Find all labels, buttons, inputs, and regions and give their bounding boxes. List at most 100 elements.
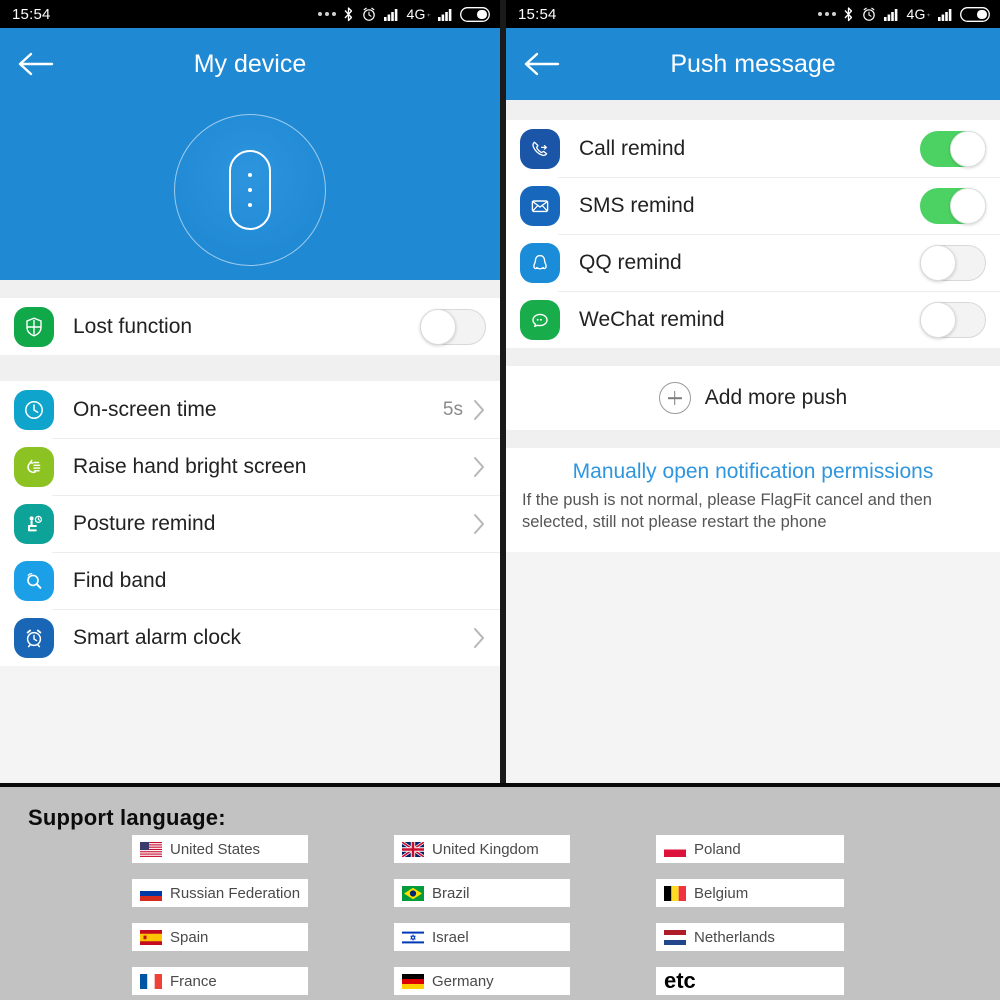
signal-icon bbox=[884, 8, 898, 21]
language-item-united-states[interactable]: United States bbox=[132, 835, 308, 863]
chevron-right-icon bbox=[474, 627, 484, 648]
row-control bbox=[920, 301, 986, 338]
signal-icon bbox=[384, 8, 398, 21]
language-item-germany[interactable]: Germany bbox=[394, 967, 570, 995]
app-bar: My device bbox=[0, 28, 500, 100]
row-control bbox=[473, 513, 486, 535]
flag-br-icon bbox=[402, 885, 424, 901]
row-sms-remind[interactable]: SMS remind bbox=[506, 177, 1000, 234]
language-name: Netherlands bbox=[694, 928, 775, 946]
language-item-poland[interactable]: Poland bbox=[656, 835, 844, 863]
clock-icon bbox=[14, 389, 54, 430]
row-control: 5s bbox=[443, 399, 486, 421]
row-raise-hand-bright-screen[interactable]: Raise hand bright screen bbox=[0, 438, 500, 495]
flag-pl-icon bbox=[664, 841, 686, 857]
row-control bbox=[473, 627, 486, 649]
row-control bbox=[920, 187, 986, 224]
flag-il-icon bbox=[402, 929, 424, 945]
row-lost-function[interactable]: Lost function bbox=[0, 298, 500, 355]
device-settings-group: On-screen time 5s Raise hand bright scre… bbox=[0, 381, 500, 666]
language-item-brazil[interactable]: Brazil bbox=[394, 879, 570, 907]
notification-permission-note: Manually open notification permissions I… bbox=[506, 448, 1000, 552]
bluetooth-icon bbox=[845, 6, 853, 21]
language-name: Belgium bbox=[694, 884, 749, 902]
row-qq-remind[interactable]: QQ remind bbox=[506, 234, 1000, 291]
shield-icon bbox=[14, 306, 54, 347]
row-call-remind[interactable]: Call remind bbox=[506, 120, 1000, 177]
qq-remind-toggle[interactable] bbox=[920, 244, 986, 281]
flag-de-icon bbox=[402, 973, 424, 989]
language-name: France bbox=[170, 972, 217, 990]
section-spacer bbox=[0, 355, 500, 381]
flag-es-icon bbox=[140, 929, 162, 945]
network-type-label: 4G ⁺ bbox=[906, 6, 931, 22]
network-type-label: 4G ⁺ bbox=[406, 6, 431, 22]
arrow-left-icon bbox=[18, 52, 54, 76]
wechat-icon bbox=[520, 299, 560, 340]
back-button[interactable] bbox=[520, 46, 564, 82]
language-grid: United States Russian Federation Spain F… bbox=[0, 835, 1000, 995]
language-name: Brazil bbox=[432, 884, 470, 902]
sms-remind-toggle[interactable] bbox=[920, 187, 986, 224]
flag-nl-icon bbox=[664, 929, 686, 945]
language-item-belgium[interactable]: Belgium bbox=[656, 879, 844, 907]
support-language-section: Support language: United States Russian … bbox=[0, 783, 1000, 1000]
battery-icon bbox=[960, 6, 990, 22]
signal-icon bbox=[938, 8, 952, 21]
status-bar-icons: 4G ⁺ bbox=[818, 6, 990, 23]
language-item-netherlands[interactable]: Netherlands bbox=[656, 923, 844, 951]
qq-penguin-icon bbox=[520, 242, 560, 283]
add-more-push-label: Add more push bbox=[704, 386, 848, 409]
status-bar: 15:54 4G ⁺ bbox=[0, 0, 500, 28]
row-control bbox=[473, 456, 486, 478]
language-item-israel[interactable]: Israel bbox=[394, 923, 570, 951]
row-find-band[interactable]: Find band bbox=[0, 552, 500, 609]
language-column-1: United States Russian Federation Spain F… bbox=[132, 835, 394, 995]
back-button[interactable] bbox=[14, 46, 58, 82]
language-item-spain[interactable]: Spain bbox=[132, 923, 308, 951]
battery-icon bbox=[460, 6, 490, 22]
language-name: Spain bbox=[170, 928, 209, 946]
call-remind-toggle[interactable] bbox=[920, 130, 986, 167]
envelope-icon bbox=[520, 185, 560, 226]
row-smart-alarm-clock[interactable]: Smart alarm clock bbox=[0, 609, 500, 666]
language-item-etc[interactable]: etc bbox=[656, 967, 844, 995]
status-bar-time: 15:54 bbox=[518, 5, 557, 23]
lost-function-toggle[interactable] bbox=[420, 308, 486, 345]
language-item-russian-federation[interactable]: Russian Federation bbox=[132, 879, 308, 907]
plus-circle-icon bbox=[658, 382, 691, 414]
add-more-push-button[interactable]: Add more push bbox=[506, 366, 1000, 430]
section-spacer bbox=[506, 430, 1000, 448]
push-reminders-group: Call remind SMS remind QQ remind WeChat … bbox=[506, 120, 1000, 348]
section-spacer bbox=[506, 348, 1000, 366]
row-posture-remind[interactable]: Posture remind bbox=[0, 495, 500, 552]
row-label: SMS remind bbox=[579, 193, 695, 217]
posture-icon bbox=[14, 503, 54, 544]
app-bar: Push message bbox=[506, 28, 1000, 100]
language-item-france[interactable]: France bbox=[132, 967, 308, 995]
row-on-screen-time[interactable]: On-screen time 5s bbox=[0, 381, 500, 438]
row-label: Lost function bbox=[73, 314, 193, 338]
find-band-icon bbox=[14, 560, 54, 601]
row-label: Call remind bbox=[579, 136, 686, 160]
row-label: Posture remind bbox=[73, 511, 216, 535]
my-device-screen: 15:54 4G ⁺ My device Lost function On-sc… bbox=[0, 0, 500, 783]
chevron-right-icon bbox=[474, 456, 484, 477]
flag-fr-icon bbox=[140, 973, 162, 989]
status-bar: 15:54 4G ⁺ bbox=[506, 0, 1000, 28]
arrow-left-icon bbox=[524, 52, 560, 76]
device-illustration bbox=[0, 100, 500, 280]
language-name: United Kingdom bbox=[432, 840, 539, 858]
row-wechat-remind[interactable]: WeChat remind bbox=[506, 291, 1000, 348]
manually-open-notification-permissions-link[interactable]: Manually open notification permissions bbox=[522, 460, 984, 484]
notification-note-description: If the push is not normal, please FlagFi… bbox=[522, 491, 932, 531]
alarm-icon bbox=[863, 7, 876, 21]
language-column-2: United Kingdom Brazil Israel Germany bbox=[394, 835, 656, 995]
row-label: WeChat remind bbox=[579, 307, 725, 331]
wechat-remind-toggle[interactable] bbox=[920, 301, 986, 338]
chevron-right-icon bbox=[474, 399, 484, 420]
language-item-united-kingdom[interactable]: United Kingdom bbox=[394, 835, 570, 863]
bluetooth-icon bbox=[345, 6, 353, 21]
phone-screens: 15:54 4G ⁺ My device Lost function On-sc… bbox=[0, 0, 1000, 783]
language-name: Russian Federation bbox=[170, 884, 301, 902]
